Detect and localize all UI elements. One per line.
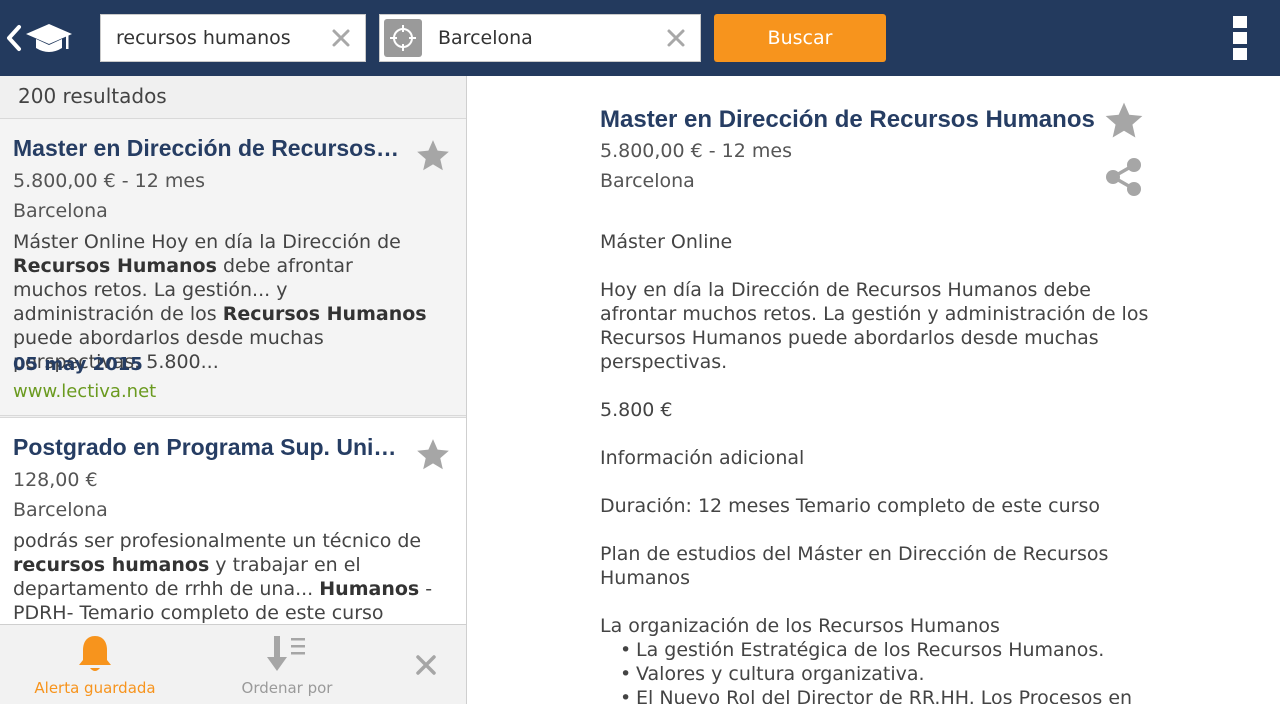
- detail-description: Máster Online Hoy en día la Dirección de…: [600, 230, 1160, 704]
- detail-title: Master en Dirección de Recursos Humanos: [600, 106, 1095, 133]
- result-title: Master en Dirección de Recursos Humanos: [13, 135, 405, 161]
- favorite-button[interactable]: [1102, 99, 1146, 143]
- favorite-button[interactable]: [414, 137, 452, 175]
- result-description: podrás ser profesionalmente un técnico d…: [13, 530, 433, 624]
- detail-bullet: La gestión Estratégica de los Recursos H…: [620, 638, 1160, 662]
- graduation-cap-icon: [26, 24, 72, 52]
- detail-paragraph: 5.800 €: [600, 399, 673, 421]
- favorite-button[interactable]: [414, 436, 452, 474]
- close-icon: [416, 655, 436, 675]
- clear-what-button[interactable]: [321, 15, 361, 61]
- alert-button[interactable]: Alerta guardada: [20, 633, 170, 699]
- result-site-link[interactable]: www.lectiva.net: [13, 381, 156, 402]
- star-icon: [417, 140, 449, 171]
- result-price: 5.800,00 € - 12 mes: [13, 170, 205, 192]
- result-city: Barcelona: [13, 200, 108, 222]
- search-where-box: [379, 14, 701, 62]
- detail-bullet: Valores y cultura organizativa.: [620, 662, 1160, 686]
- back-button[interactable]: [4, 14, 80, 62]
- alert-label: Alerta guardada: [34, 679, 156, 697]
- close-button[interactable]: [404, 643, 448, 687]
- bottom-action-bar: Alerta guardada Ordenar por: [0, 624, 467, 704]
- search-what-input[interactable]: [116, 15, 326, 61]
- result-description: Máster Online Hoy en día la Dirección de…: [13, 231, 427, 373]
- sort-label: Ordenar por: [241, 679, 333, 697]
- star-icon: [417, 439, 449, 470]
- detail-section-heading: La organización de los Recursos Humanos: [600, 615, 1000, 637]
- detail-city: Barcelona: [600, 170, 695, 192]
- clear-where-button[interactable]: [656, 15, 696, 61]
- star-icon: [1105, 102, 1143, 138]
- result-date: 05 may 2015: [13, 354, 143, 375]
- detail-bullet-list: La gestión Estratégica de los Recursos H…: [620, 638, 1160, 704]
- share-button[interactable]: [1102, 156, 1146, 198]
- chevron-left-icon: [7, 25, 21, 51]
- locate-button[interactable]: [384, 19, 422, 57]
- result-card[interactable]: Master en Dirección de Recursos Humanos …: [0, 118, 466, 416]
- result-city: Barcelona: [13, 499, 108, 521]
- share-icon: [1106, 158, 1141, 196]
- detail-paragraph: Plan de estudios del Máster en Dirección…: [600, 543, 1109, 589]
- detail-paragraph: Duración: 12 meses Temario completo de e…: [600, 495, 1100, 517]
- close-icon: [332, 29, 350, 47]
- top-bar: Buscar: [0, 0, 1280, 76]
- sort-down-icon: [267, 636, 305, 671]
- close-icon: [667, 29, 685, 47]
- results-count: 200 resultados: [18, 84, 167, 108]
- detail-price: 5.800,00 € - 12 mes: [600, 140, 792, 162]
- detail-bullet: El Nuevo Rol del Director de RR.HH. Los …: [620, 686, 1160, 704]
- detail-paragraph: Máster Online: [600, 231, 733, 253]
- detail-panel: Master en Dirección de Recursos Humanos …: [468, 76, 1280, 704]
- overflow-menu-icon[interactable]: [1226, 14, 1254, 62]
- detail-paragraph: Hoy en día la Dirección de Recursos Huma…: [600, 279, 1149, 373]
- sort-button[interactable]: Ordenar por: [212, 633, 362, 699]
- detail-paragraph: Información adicional: [600, 447, 805, 469]
- bell-icon: [79, 636, 111, 671]
- search-where-input[interactable]: [438, 15, 658, 61]
- results-panel: 200 resultados Master en Dirección de Re…: [0, 76, 467, 704]
- crosshair-icon: [390, 25, 416, 51]
- search-button[interactable]: Buscar: [714, 14, 886, 62]
- result-title: Postgrado en Programa Sup. Universitario: [13, 434, 405, 460]
- result-price: 128,00 €: [13, 469, 98, 491]
- search-what-box: [100, 14, 366, 62]
